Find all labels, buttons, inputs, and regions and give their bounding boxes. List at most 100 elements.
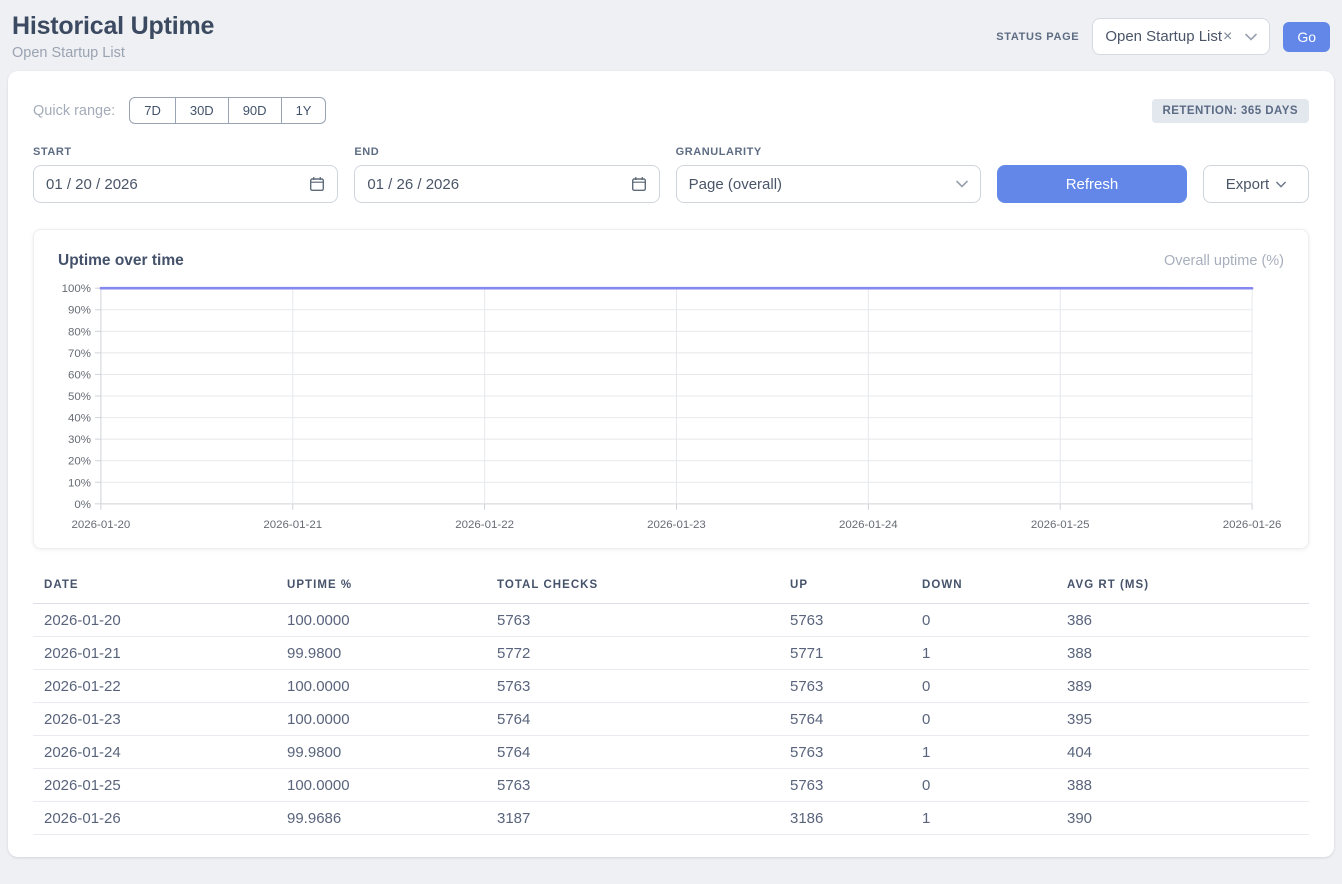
- export-button[interactable]: Export: [1203, 165, 1309, 203]
- col-down: DOWN: [911, 573, 1056, 604]
- filter-form-row: START 01 / 20 / 2026 END 01 / 26 / 2026 …: [33, 146, 1309, 203]
- col-uptime: UPTIME %: [276, 573, 486, 604]
- svg-text:90%: 90%: [68, 305, 91, 317]
- table-cell: 2026-01-26: [33, 802, 276, 835]
- table-cell: 390: [1056, 802, 1309, 835]
- table-cell: 5764: [486, 736, 779, 769]
- table-cell: 5763: [486, 670, 779, 703]
- export-label: Export: [1226, 176, 1269, 193]
- svg-text:2026-01-26: 2026-01-26: [1223, 519, 1282, 531]
- clear-icon[interactable]: ×: [1223, 29, 1232, 45]
- svg-text:2026-01-20: 2026-01-20: [72, 519, 131, 531]
- granularity-value: Page (overall): [689, 176, 782, 193]
- status-page-value: Open Startup List: [1105, 28, 1222, 45]
- quick-range-30d-button[interactable]: 30D: [175, 97, 229, 124]
- start-date-input[interactable]: 01 / 20 / 2026: [33, 165, 338, 203]
- table-cell: 5763: [779, 769, 911, 802]
- quick-range-row: Quick range: 7D30D90D1Y RETENTION: 365 D…: [33, 97, 1309, 124]
- uptime-chart-card: Uptime over time Overall uptime (%) 0%10…: [33, 229, 1309, 549]
- start-field: START 01 / 20 / 2026: [33, 146, 338, 203]
- title-block: Historical Uptime Open Startup List: [12, 12, 214, 61]
- table-cell: 404: [1056, 736, 1309, 769]
- table-cell: 1: [911, 736, 1056, 769]
- uptime-chart: 0%10%20%30%40%50%60%70%80%90%100%2026-01…: [34, 276, 1308, 538]
- table-cell: 5764: [486, 703, 779, 736]
- svg-text:70%: 70%: [68, 348, 91, 360]
- chevron-down-icon: [956, 180, 968, 188]
- table-cell: 388: [1056, 637, 1309, 670]
- svg-text:20%: 20%: [68, 456, 91, 468]
- start-label: START: [33, 146, 338, 158]
- table-cell: 2026-01-21: [33, 637, 276, 670]
- status-page-select[interactable]: Open Startup List ×: [1092, 18, 1270, 55]
- table-cell: 99.9800: [276, 637, 486, 670]
- calendar-icon[interactable]: [631, 176, 647, 192]
- svg-text:100%: 100%: [62, 283, 91, 295]
- svg-text:2026-01-25: 2026-01-25: [1031, 519, 1090, 531]
- svg-text:60%: 60%: [68, 369, 91, 381]
- main-panel: Quick range: 7D30D90D1Y RETENTION: 365 D…: [8, 71, 1334, 857]
- table-cell: 1: [911, 637, 1056, 670]
- quick-range-group: 7D30D90D1Y: [129, 97, 326, 124]
- go-button[interactable]: Go: [1283, 22, 1330, 52]
- table-row: 2026-01-2699.9686318731861390: [33, 802, 1309, 835]
- end-field: END 01 / 26 / 2026: [354, 146, 659, 203]
- page-subtitle: Open Startup List: [12, 45, 214, 61]
- status-page-label: STATUS PAGE: [996, 31, 1079, 43]
- table-cell: 5763: [779, 604, 911, 637]
- chart-header: Uptime over time Overall uptime (%): [34, 252, 1308, 270]
- end-date-value: 01 / 26 / 2026: [367, 176, 459, 193]
- refresh-button[interactable]: Refresh: [997, 165, 1187, 203]
- quick-range-label: Quick range:: [33, 103, 115, 119]
- retention-badge: RETENTION: 365 DAYS: [1152, 99, 1310, 123]
- svg-text:2026-01-24: 2026-01-24: [839, 519, 898, 531]
- table-cell: 5764: [779, 703, 911, 736]
- end-label: END: [354, 146, 659, 158]
- granularity-label: GRANULARITY: [676, 146, 981, 158]
- end-date-input[interactable]: 01 / 26 / 2026: [354, 165, 659, 203]
- quick-range-1y-button[interactable]: 1Y: [281, 97, 327, 124]
- topbar-right: STATUS PAGE Open Startup List × Go: [996, 18, 1330, 55]
- table-cell: 5763: [486, 604, 779, 637]
- table-row: 2026-01-2499.9800576457631404: [33, 736, 1309, 769]
- table-cell: 389: [1056, 670, 1309, 703]
- chart-title: Uptime over time: [58, 252, 184, 270]
- chevron-down-icon: [1276, 181, 1286, 188]
- svg-text:2026-01-22: 2026-01-22: [455, 519, 514, 531]
- svg-text:10%: 10%: [68, 477, 91, 489]
- table-cell: 0: [911, 670, 1056, 703]
- table-cell: 2026-01-20: [33, 604, 276, 637]
- table-cell: 0: [911, 604, 1056, 637]
- quick-range-90d-button[interactable]: 90D: [228, 97, 282, 124]
- table-cell: 1: [911, 802, 1056, 835]
- table-cell: 100.0000: [276, 604, 486, 637]
- table-cell: 0: [911, 769, 1056, 802]
- col-date: DATE: [33, 573, 276, 604]
- quick-range-7d-button[interactable]: 7D: [129, 97, 176, 124]
- topbar: Historical Uptime Open Startup List STAT…: [0, 0, 1342, 71]
- chart-legend: Overall uptime (%): [1164, 253, 1284, 269]
- table-cell: 2026-01-25: [33, 769, 276, 802]
- chevron-down-icon: [1245, 33, 1257, 41]
- table-cell: 5763: [486, 769, 779, 802]
- table-cell: 99.9800: [276, 736, 486, 769]
- page-title: Historical Uptime: [12, 12, 214, 41]
- table-header-row: DATE UPTIME % TOTAL CHECKS UP DOWN AVG R…: [33, 573, 1309, 604]
- svg-text:2026-01-21: 2026-01-21: [263, 519, 322, 531]
- table-cell: 2026-01-23: [33, 703, 276, 736]
- table-cell: 99.9686: [276, 802, 486, 835]
- svg-text:30%: 30%: [68, 434, 91, 446]
- table-row: 2026-01-25100.0000576357630388: [33, 769, 1309, 802]
- table-cell: 2026-01-22: [33, 670, 276, 703]
- granularity-field: GRANULARITY Page (overall): [676, 146, 981, 203]
- granularity-select[interactable]: Page (overall): [676, 165, 981, 203]
- table-row: 2026-01-23100.0000576457640395: [33, 703, 1309, 736]
- calendar-icon[interactable]: [309, 176, 325, 192]
- svg-text:40%: 40%: [68, 413, 91, 425]
- table-cell: 100.0000: [276, 703, 486, 736]
- svg-text:50%: 50%: [68, 391, 91, 403]
- table-cell: 388: [1056, 769, 1309, 802]
- col-up: UP: [779, 573, 911, 604]
- svg-text:80%: 80%: [68, 326, 91, 338]
- col-avg-rt: AVG RT (MS): [1056, 573, 1309, 604]
